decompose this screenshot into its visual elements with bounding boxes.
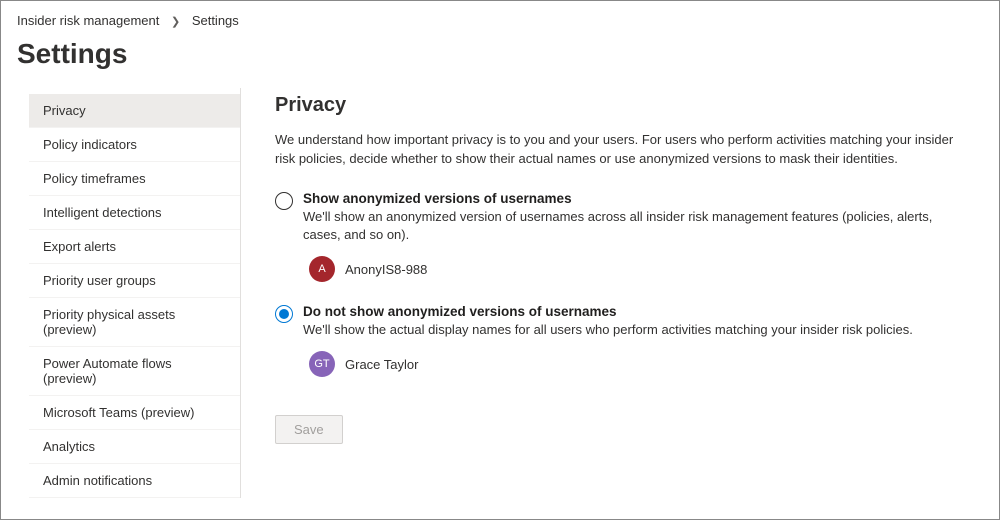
option-desc: We'll show an anonymized version of user…	[303, 208, 971, 244]
avatar-name: AnonyIS8-988	[345, 262, 427, 277]
page-title: Settings	[1, 32, 999, 88]
section-title: Privacy	[275, 94, 971, 117]
radio-actual-names[interactable]	[275, 305, 293, 323]
breadcrumb-current: Settings	[192, 13, 239, 28]
sidebar-item-policy-timeframes[interactable]: Policy timeframes	[29, 162, 240, 196]
settings-sidebar: Privacy Policy indicators Policy timefra…	[29, 88, 241, 498]
sidebar-item-policy-indicators[interactable]: Policy indicators	[29, 128, 240, 162]
sidebar-item-admin-notifications[interactable]: Admin notifications	[29, 464, 240, 498]
breadcrumb: Insider risk management ❯ Settings	[1, 1, 999, 32]
avatar-name: Grace Taylor	[345, 357, 418, 372]
save-button[interactable]: Save	[275, 415, 343, 444]
sidebar-item-microsoft-teams[interactable]: Microsoft Teams (preview)	[29, 396, 240, 430]
main-content: Privacy We understand how important priv…	[241, 88, 971, 498]
option-desc: We'll show the actual display names for …	[303, 321, 971, 339]
sidebar-item-intelligent-detections[interactable]: Intelligent detections	[29, 196, 240, 230]
radio-anonymized[interactable]	[275, 192, 293, 210]
breadcrumb-root[interactable]: Insider risk management	[17, 13, 159, 28]
sidebar-item-analytics[interactable]: Analytics	[29, 430, 240, 464]
option-actual-names[interactable]: Do not show anonymized versions of usern…	[275, 304, 971, 377]
sidebar-item-export-alerts[interactable]: Export alerts	[29, 230, 240, 264]
section-intro: We understand how important privacy is t…	[275, 131, 971, 169]
avatar: A	[309, 256, 335, 282]
sidebar-item-priority-user-groups[interactable]: Priority user groups	[29, 264, 240, 298]
sidebar-item-privacy[interactable]: Privacy	[29, 94, 240, 128]
option-title: Show anonymized versions of usernames	[303, 191, 971, 206]
chevron-right-icon: ❯	[171, 16, 180, 28]
avatar-example: GT Grace Taylor	[309, 351, 971, 377]
sidebar-item-priority-physical-assets[interactable]: Priority physical assets (preview)	[29, 298, 240, 347]
avatar: GT	[309, 351, 335, 377]
avatar-example: A AnonyIS8-988	[309, 256, 971, 282]
option-title: Do not show anonymized versions of usern…	[303, 304, 971, 319]
option-anonymized[interactable]: Show anonymized versions of usernames We…	[275, 191, 971, 282]
sidebar-item-power-automate-flows[interactable]: Power Automate flows (preview)	[29, 347, 240, 396]
